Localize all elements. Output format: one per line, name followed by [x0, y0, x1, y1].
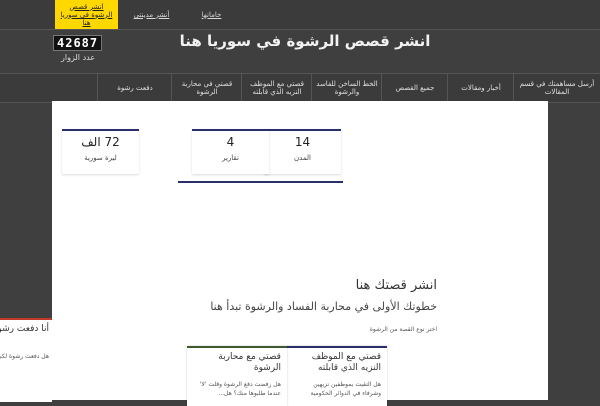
card-paid-bribe-text: هل دفعت رشوة لكي يؤدى لك خدمة [0, 353, 49, 360]
nav-item-fight-bribery[interactable]: قصتي في محاربة الرشوة [171, 74, 242, 102]
top-link-my-city[interactable]: أنشر مدينتي [124, 0, 179, 29]
stat-cities: 14 المدن [264, 129, 341, 174]
card-fight-bribery-title: قصتي مع محاربة الرشوة [218, 352, 281, 373]
card-honest-employee-text: هل التقيت بموظفين نزيهين وشرفاء في الدوا… [310, 381, 381, 397]
nav-item-news[interactable]: أخبار ومقالات [447, 74, 514, 102]
cta-title: انشر قصتك هنا [355, 278, 437, 293]
card-paid-bribe[interactable]: أنا دفعت رشوة هل دفعت رشوة لكي يؤدى لك خ… [0, 318, 52, 402]
card-fight-bribery[interactable]: قصتي مع محاربة الرشوة هل رفضت دفع الرشوة… [187, 346, 287, 406]
nav-item-paid-bribe[interactable]: دفعت رشوة [97, 74, 172, 102]
site-header: انشر قصص الرشوة في سوريا هنا 42687 عدد ا… [0, 29, 600, 73]
stat-cities-label: المدن [294, 154, 311, 162]
story-type-hint: اختر نوع القصة من الرشوة [369, 326, 437, 333]
main-nav: أرسل مساهمتك في قسم المقالات أخبار ومقال… [0, 73, 600, 103]
top-link-third[interactable]: خاماتها [189, 0, 234, 29]
card-honest-employee-title: قصتي مع الموظف النزيه الذي قابلته [311, 352, 381, 373]
nav-item-submit-article[interactable]: أرسل مساهمتك في قسم المقالات [513, 74, 600, 102]
stat-amount-value: 72 الف [81, 135, 120, 149]
card-fight-bribery-text: هل رفضت دفع الرشوة وقلت 'لا' عندما طلبوه… [199, 381, 281, 397]
cta-subtitle: خطوتك الأولى في محاربة الفساد والرشوة تب… [210, 300, 437, 313]
stat-reports: 4 تقارير [192, 129, 269, 174]
stat-reports-label: تقارير [222, 154, 239, 162]
visitor-counter: 42687 [53, 35, 103, 51]
card-honest-employee[interactable]: قصتي مع الموظف النزيه الذي قابلته هل الت… [287, 346, 387, 406]
stat-amount-label: ليرة سورية [84, 154, 117, 162]
stats-divider [178, 181, 343, 183]
stat-reports-value: 4 [226, 135, 235, 149]
nav-item-all-stories[interactable]: جميع القصص [381, 74, 448, 102]
top-link-publish[interactable]: انشر قصص الرشوة في سوريا هنا [55, 0, 118, 29]
site-title: انشر قصص الرشوة في سوريا هنا [179, 32, 431, 50]
main-panel: 14 المدن 4 تقارير 72 الف ليرة سورية انشر… [52, 101, 548, 406]
nav-item-hotline[interactable]: الخط الساخن للفاسد والرشوة [311, 74, 382, 102]
card-paid-bribe-title: أنا دفعت رشوة [0, 324, 49, 334]
top-bar: انشر قصص الرشوة في سوريا هنا أنشر مدينتي… [0, 0, 600, 30]
stat-cities-value: 14 [294, 135, 311, 149]
nav-item-honest-employee[interactable]: قصتي مع الموظف النزيه الذي قابلته [241, 74, 312, 102]
stat-amount: 72 الف ليرة سورية [62, 129, 139, 174]
visitor-counter-label: عدد الزوار [61, 53, 96, 62]
